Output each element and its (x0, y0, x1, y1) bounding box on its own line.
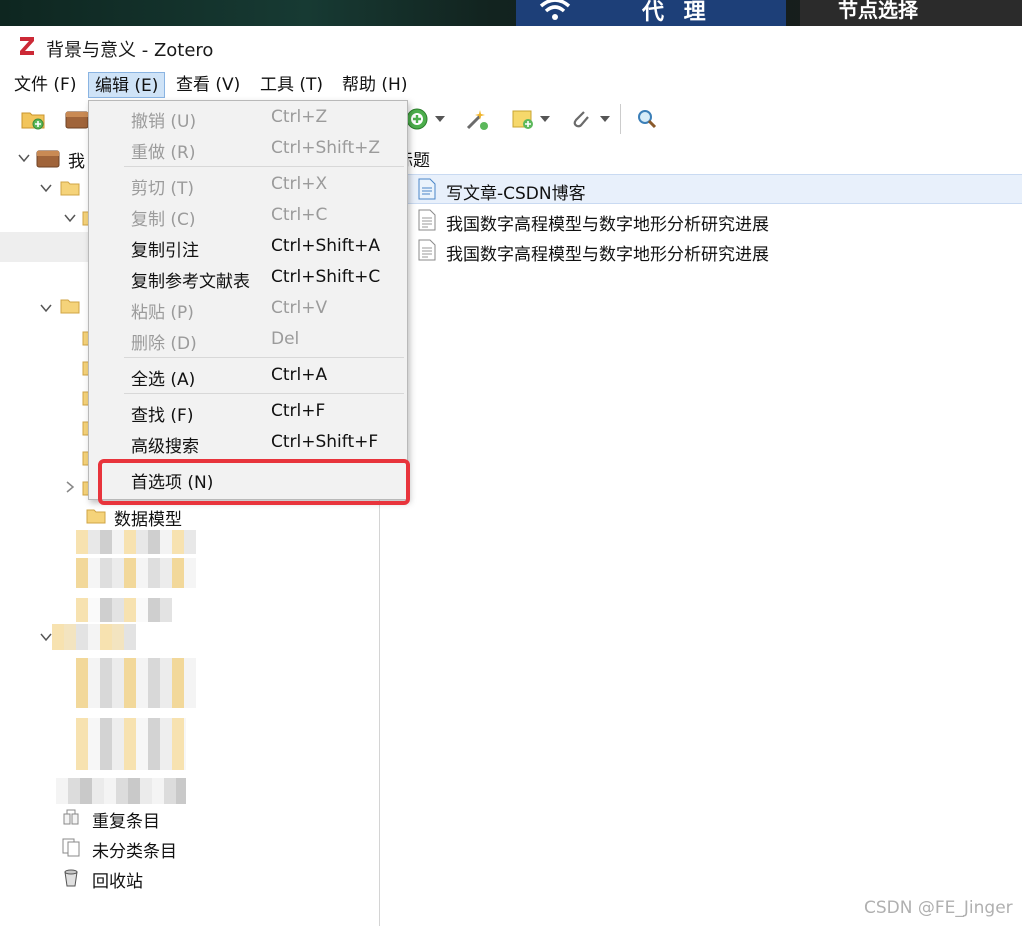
folder-icon (60, 299, 80, 314)
unfiled-items-label[interactable]: 未分类条目 (92, 837, 177, 862)
chevron-down-icon[interactable] (40, 302, 52, 314)
menu-tools[interactable]: 工具 (T) (254, 72, 329, 98)
duplicate-items-icon (63, 809, 79, 825)
menu-item-label: 复制引注 (131, 241, 199, 261)
menu-item-label: 高级搜索 (131, 437, 199, 457)
item-title: 我国数字高程模型与数字地形分析研究进展 (446, 245, 769, 265)
new-item-dropdown-icon[interactable] (435, 116, 445, 122)
menu-item-label: 复制参考文献表 (131, 272, 250, 292)
watermark: CSDN @FE_Jinger (864, 898, 1013, 918)
folder-icon (60, 181, 80, 196)
menu-item-shortcut: Ctrl+F (271, 401, 326, 421)
search-icon[interactable] (634, 106, 660, 132)
duplicate-items-label[interactable]: 重复条目 (92, 807, 160, 832)
library-label: 我 (68, 152, 85, 172)
menu-item-shortcut: Ctrl+Shift+A (271, 236, 381, 256)
menu-item-shortcut: Ctrl+V (271, 298, 328, 318)
menu-item-label: 撤销 (U) (131, 112, 197, 132)
new-note-dropdown-icon[interactable] (540, 116, 550, 122)
folder-icon (86, 509, 106, 524)
menu-separator (124, 357, 404, 358)
wifi-icon (539, 0, 571, 20)
menu-view[interactable]: 查看 (V) (170, 72, 246, 98)
menu-item-shortcut: Ctrl+Shift+Z (271, 138, 381, 158)
item-title: 写文章-CSDN博客 (446, 184, 586, 204)
menu-edit[interactable]: 编辑 (E) (88, 72, 166, 98)
new-library-icon[interactable] (64, 106, 90, 132)
document-icon (418, 209, 436, 231)
menu-item-shortcut: Ctrl+Shift+F (271, 432, 379, 452)
menu-item-label: 粘贴 (P) (131, 303, 194, 323)
zotero-logo-icon (20, 37, 34, 55)
menu-item-shortcut: Ctrl+C (271, 205, 328, 225)
menu-item-label: 查找 (F) (131, 406, 194, 426)
menu-item-label: 删除 (D) (131, 334, 197, 354)
document-icon (418, 239, 436, 261)
menu-item-shortcut: Del (271, 329, 300, 349)
node-select-label: 节点选择 (838, 0, 918, 22)
obscured-item (76, 530, 196, 554)
new-note-icon[interactable] (510, 106, 536, 132)
menu-item-label: 全选 (A) (131, 370, 196, 390)
menu-file[interactable]: 文件 (F) (8, 72, 82, 98)
chevron-down-icon[interactable] (40, 631, 52, 643)
chevron-down-icon[interactable] (40, 182, 52, 194)
menu-item-shortcut: Ctrl+X (271, 174, 328, 194)
unfiled-items-icon (62, 838, 80, 857)
menu-item-shortcut: Ctrl+A (271, 365, 328, 385)
obscured-item (76, 718, 186, 770)
menu-separator (124, 166, 404, 167)
chevron-down-icon[interactable] (64, 212, 76, 224)
collection-label-data-model[interactable]: 数据模型 (114, 505, 182, 530)
obscured-item (76, 598, 172, 622)
preferences-highlight-box (98, 459, 410, 505)
menu-item-shortcut: Ctrl+Z (271, 107, 328, 127)
obscured-item (76, 558, 196, 588)
trash-icon (64, 869, 78, 887)
menu-help[interactable]: 帮助 (H) (336, 72, 413, 98)
chevron-right-icon[interactable] (64, 481, 76, 493)
menu-item-label: 重做 (R) (131, 143, 196, 163)
window-title: 背景与意义 - Zotero (46, 40, 214, 61)
magic-wand-icon[interactable] (464, 106, 490, 132)
library-icon (36, 150, 60, 168)
menu-separator (124, 393, 404, 394)
item-title: 我国数字高程模型与数字地形分析研究进展 (446, 215, 769, 235)
obscured-item (76, 658, 196, 708)
menu-item-label: 剪切 (T) (131, 179, 195, 199)
attachment-icon[interactable] (568, 106, 594, 132)
webpage-icon (418, 178, 436, 200)
new-collection-icon[interactable] (20, 106, 46, 132)
menu-item-label: 复制 (C) (131, 210, 196, 230)
menu-item-shortcut: Ctrl+Shift+C (271, 267, 381, 287)
obscured-item (56, 778, 186, 804)
toolbar-separator (620, 104, 621, 134)
proxy-label: 代 理 (642, 0, 712, 25)
obscured-item (52, 624, 136, 650)
chevron-down-icon[interactable] (18, 152, 30, 164)
attachment-dropdown-icon[interactable] (600, 116, 610, 122)
trash-label[interactable]: 回收站 (92, 867, 143, 892)
screenshot-root: 代 理 节点选择 背景与意义 - Zotero 文件 (F) 编辑 (E) 查看… (0, 0, 1022, 926)
